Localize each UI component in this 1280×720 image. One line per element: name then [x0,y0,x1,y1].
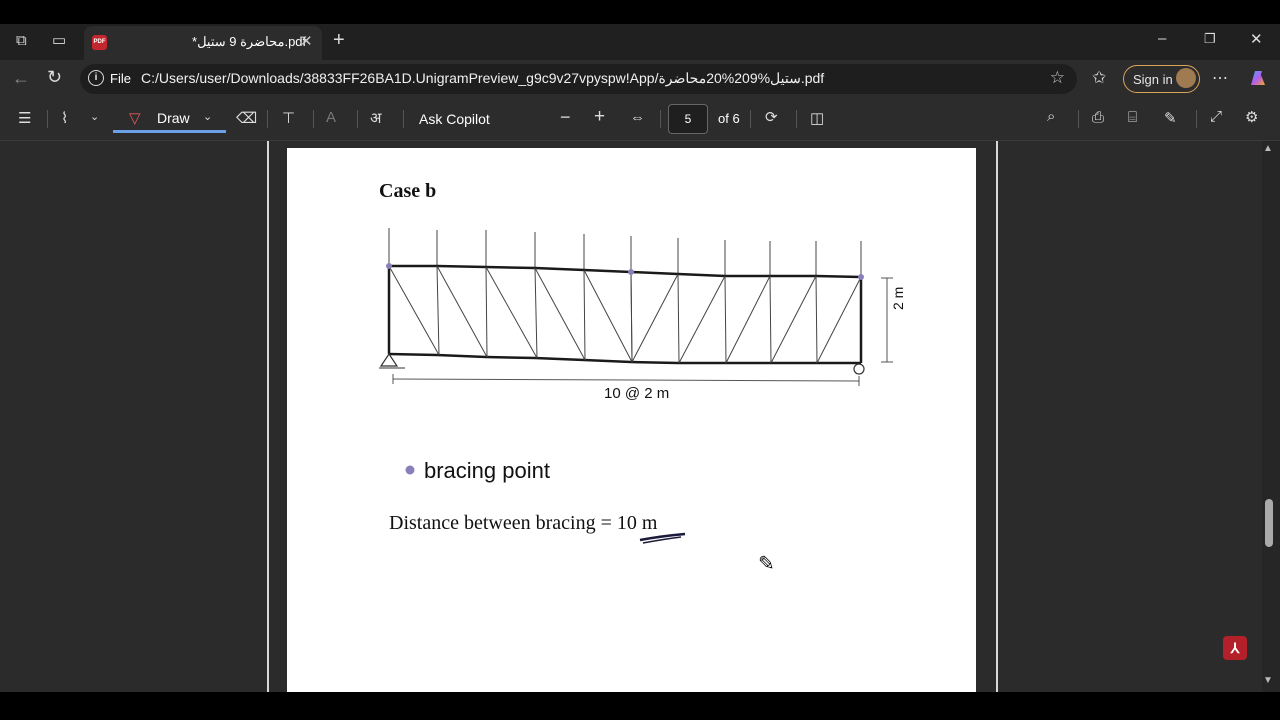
draw-active-indicator [113,130,226,133]
minimize-icon[interactable]: – [1158,30,1166,47]
ask-copilot-button[interactable]: Ask Copilot [419,111,490,127]
page-number-input[interactable]: 5 [668,104,708,134]
distance-text: Distance between bracing = 10 m [389,512,657,535]
distance-label: Distance between bracing = [389,512,617,534]
text-box-icon[interactable]: ⊤ [282,109,295,127]
avatar [1176,68,1196,88]
restore-icon[interactable]: ❐ [1204,31,1216,47]
info-icon[interactable]: i [88,70,104,86]
close-window-icon[interactable]: ✕ [1250,30,1263,48]
pdf-icon: PDF [92,35,107,50]
save-icon[interactable]: ⌸ [1128,109,1137,126]
chevron-down-icon[interactable]: ⌄ [203,110,212,123]
close-icon[interactable]: ✕ [300,32,313,50]
pdf-page: Case b 2 m 10 @ 2 m bracing point Distan… [287,148,976,692]
draw-pen-icon[interactable]: ▽ [129,109,141,127]
eraser-icon[interactable]: ⌫ [236,109,257,127]
vertical-scrollbar[interactable] [1262,141,1280,692]
legend-bracing-label: bracing point [424,458,550,483]
favorite-star-icon[interactable]: ☆ [1050,68,1065,88]
bottom-bar [0,692,1280,720]
pen-cursor-icon: ✎ [758,553,775,575]
distance-value: 10 m [616,512,658,534]
tab-current[interactable]: PDF *محاضرة 9 ستيل.pdf ✕ [84,26,322,60]
highlight-icon[interactable]: ⌇ [61,109,68,127]
page-number-value: 5 [684,112,692,126]
new-tab-icon[interactable]: + [333,29,345,52]
zoom-out-icon[interactable]: − [560,107,571,128]
fullscreen-icon[interactable]: ⤢ [1210,108,1222,125]
acrobat-icon[interactable]: ⅄ [1223,636,1247,660]
tab-actions-icon[interactable]: ▭ [52,31,66,49]
read-aloud-icon[interactable]: अ [370,108,381,128]
zoom-in-icon[interactable]: + [594,106,605,128]
scroll-up-icon[interactable]: ▲ [1263,143,1273,154]
more-icon[interactable]: ⋯ [1212,68,1228,88]
page-total: of 6 [718,111,740,126]
truss-diagram [379,228,893,544]
text-style-icon: A [326,109,337,126]
fit-width-icon[interactable]: ⇔ [630,109,645,126]
address-input[interactable]: i File C:/Users/user/Downloads/38833FF26… [80,64,1077,94]
settings-gear-icon[interactable]: ⚙ [1245,108,1258,126]
scrollbar-thumb[interactable] [1265,499,1273,547]
back-icon[interactable]: ← [12,68,30,89]
favorites-icon[interactable]: ✩ [1092,68,1106,88]
save-as-icon[interactable]: ✎ [1164,109,1177,127]
sign-in-button[interactable]: Sign in [1123,65,1200,93]
page-border-right [996,141,998,692]
search-icon[interactable]: ⌕ [1047,108,1055,125]
file-label: File [110,71,131,86]
print-icon[interactable]: ⎙ [1092,109,1104,126]
height-dimension-label: 2 m [890,286,906,310]
tab-title: *محاضرة 9 ستيل.pdf [192,34,307,49]
refresh-icon[interactable]: ↻ [47,67,62,88]
sign-in-label: Sign in [1133,72,1173,87]
span-dimension-label: 10 @ 2 m [604,385,670,402]
contents-icon[interactable]: ☰ [18,109,31,127]
draw-button[interactable]: Draw [157,110,190,126]
rotate-icon[interactable]: ⟳ [765,108,778,126]
chevron-down-icon[interactable]: ⌄ [90,110,99,123]
page-view-icon[interactable]: ◫ [810,109,824,127]
copilot-icon[interactable] [1247,67,1269,93]
page-border-left [267,141,269,692]
scroll-down-icon[interactable]: ▼ [1263,675,1273,686]
workspaces-icon[interactable]: ⧉ [16,32,27,49]
url-text: C:/Users/user/Downloads/38833FF26BA1D.Un… [141,70,825,86]
